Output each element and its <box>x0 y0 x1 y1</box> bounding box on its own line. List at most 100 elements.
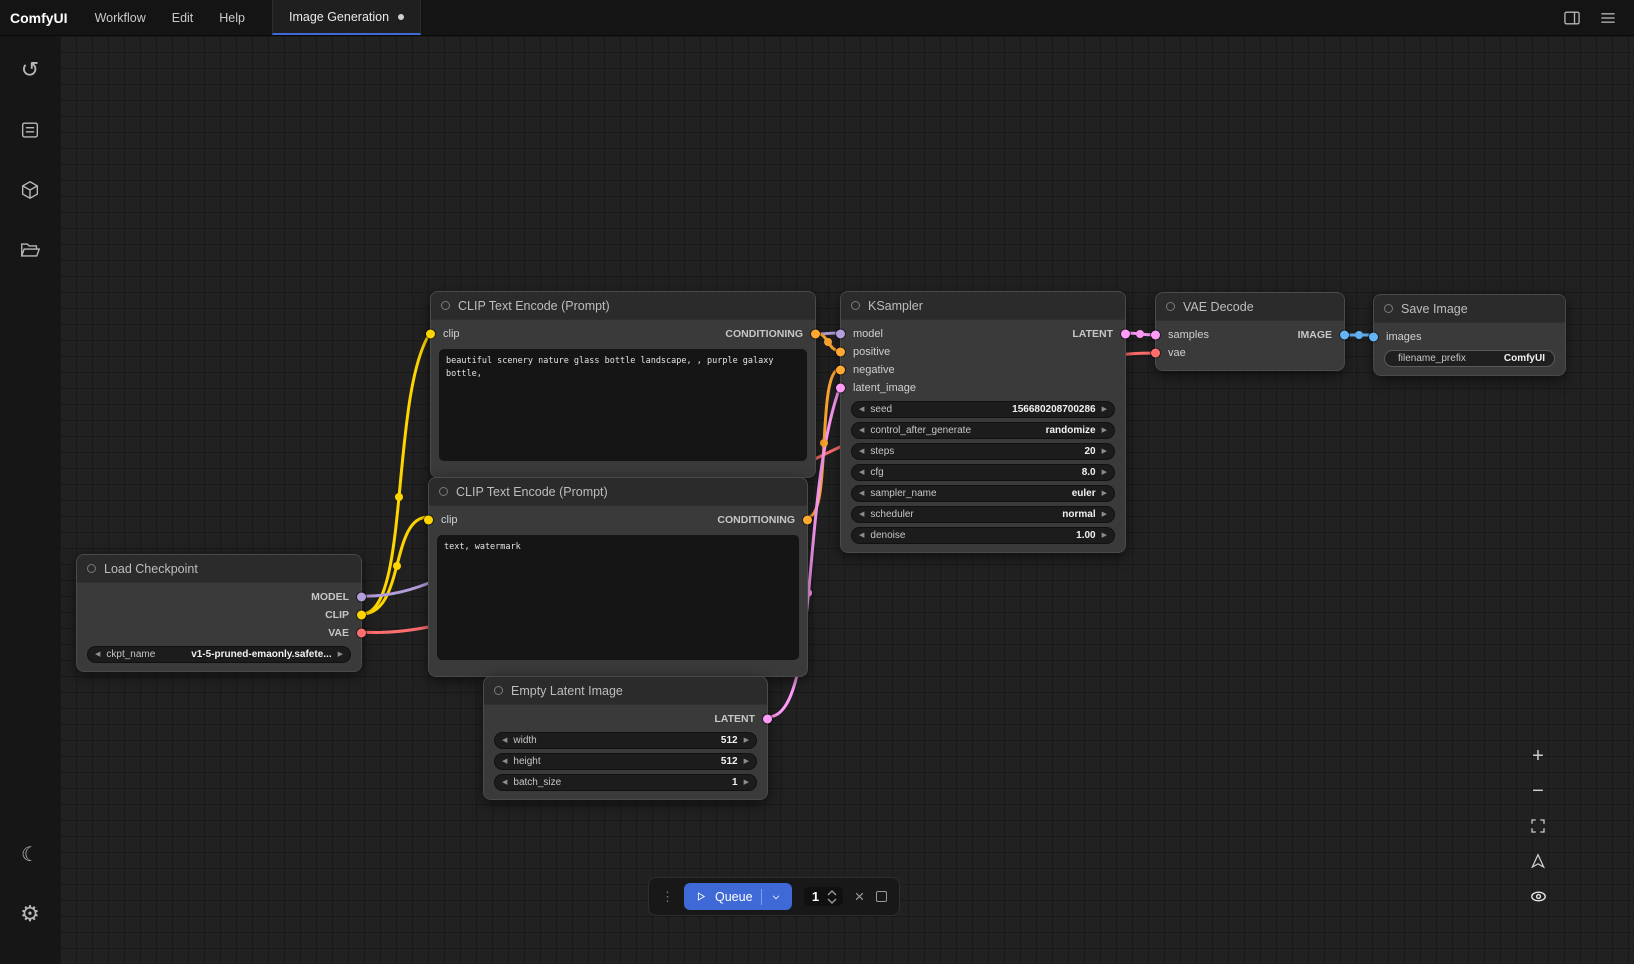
menu-edit[interactable]: Edit <box>159 0 207 35</box>
settings-gear-icon[interactable]: ⚙ <box>8 892 52 936</box>
output-port-latent[interactable] <box>763 715 772 724</box>
collapse-dot-icon[interactable] <box>1384 304 1393 313</box>
widget-seed[interactable]: ◀ seed 156680208700286 ▶ <box>851 401 1115 418</box>
zoom-out-icon[interactable]: − <box>1526 779 1550 803</box>
output-port-vae[interactable] <box>357 629 366 638</box>
node-title-bar[interactable]: CLIP Text Encode (Prompt) <box>431 292 815 320</box>
decrement-icon[interactable]: ◀ <box>95 651 100 658</box>
history-icon[interactable]: ↺ <box>8 48 52 92</box>
increment-icon[interactable]: ▶ <box>1102 448 1107 455</box>
widget-denoise[interactable]: ◀ denoise 1.00 ▶ <box>851 527 1115 544</box>
increment-icon[interactable]: ▶ <box>1102 532 1107 539</box>
collapse-dot-icon[interactable] <box>441 301 450 310</box>
decrement-icon[interactable]: ◀ <box>859 448 864 455</box>
increment-icon[interactable]: ▶ <box>1102 511 1107 518</box>
node-empty-latent-image[interactable]: Empty Latent Image LATENT ◀ width 512 ▶ … <box>483 676 768 800</box>
decrement-icon[interactable]: ◀ <box>859 490 864 497</box>
widget-sampler-name[interactable]: ◀ sampler_name euler ▶ <box>851 485 1115 502</box>
pan-mode-icon[interactable] <box>1526 849 1550 873</box>
node-title-bar[interactable]: Empty Latent Image <box>484 677 767 705</box>
increment-icon[interactable]: ▶ <box>744 779 749 786</box>
output-port-image[interactable] <box>1340 331 1349 340</box>
workflows-list-icon[interactable] <box>8 108 52 152</box>
node-clip-text-encode-positive[interactable]: CLIP Text Encode (Prompt) clip CONDITION… <box>430 291 816 478</box>
increment-icon[interactable]: ▶ <box>744 758 749 765</box>
decrement-icon[interactable]: ◀ <box>859 511 864 518</box>
node-canvas[interactable]: Load Checkpoint MODEL CLIP VAE ◀ ckpt_na… <box>60 36 1634 964</box>
increment-icon[interactable]: ▶ <box>1102 469 1107 476</box>
increment-icon[interactable]: ▶ <box>338 651 343 658</box>
input-port-samples[interactable] <box>1151 331 1160 340</box>
panel-toggle-icon[interactable] <box>1558 5 1586 31</box>
widget-ckpt-name[interactable]: ◀ ckpt_name v1-5-pruned-emaonly.safete..… <box>87 646 351 663</box>
increment-icon[interactable]: ▶ <box>744 737 749 744</box>
widget-control-after-generate[interactable]: ◀ control_after_generate randomize ▶ <box>851 422 1115 439</box>
decrement-icon[interactable]: ◀ <box>859 469 864 476</box>
collapse-dot-icon[interactable] <box>851 301 860 310</box>
collapse-dot-icon[interactable] <box>439 487 448 496</box>
widget-width[interactable]: ◀ width 512 ▶ <box>494 732 757 749</box>
collapse-dot-icon[interactable] <box>494 686 503 695</box>
decrement-icon[interactable]: ◀ <box>502 779 507 786</box>
decrement-icon[interactable]: ◀ <box>859 406 864 413</box>
node-clip-text-encode-negative[interactable]: CLIP Text Encode (Prompt) clip CONDITION… <box>428 477 808 677</box>
node-ksampler[interactable]: KSampler model LATENT positive negative … <box>840 291 1126 553</box>
clear-queue-icon[interactable]: × <box>855 888 865 905</box>
increment-icon[interactable]: ▶ <box>1102 490 1107 497</box>
decrement-icon[interactable]: ◀ <box>859 427 864 434</box>
hamburger-menu-icon[interactable] <box>1594 5 1622 31</box>
decrement-icon[interactable]: ◀ <box>502 758 507 765</box>
batch-count-field[interactable]: 1 <box>804 887 843 906</box>
collapse-dot-icon[interactable] <box>1166 302 1175 311</box>
fit-view-icon[interactable] <box>1526 814 1550 838</box>
output-port-conditioning[interactable] <box>803 516 812 525</box>
tab-image-generation[interactable]: Image Generation <box>272 0 421 35</box>
prompt-textarea[interactable]: text, watermark <box>437 535 799 660</box>
menu-help[interactable]: Help <box>206 0 258 35</box>
node-vae-decode[interactable]: VAE Decode samples IMAGE vae <box>1155 292 1345 371</box>
input-port-model[interactable] <box>836 330 845 339</box>
node-load-checkpoint[interactable]: Load Checkpoint MODEL CLIP VAE ◀ ckpt_na… <box>76 554 362 672</box>
prompt-textarea[interactable]: beautiful scenery nature glass bottle la… <box>439 349 807 461</box>
input-port-clip[interactable] <box>426 330 435 339</box>
node-title-bar[interactable]: KSampler <box>841 292 1125 320</box>
node-title-bar[interactable]: Load Checkpoint <box>77 555 361 583</box>
decrement-icon[interactable]: ◀ <box>502 737 507 744</box>
widget-filename-prefix[interactable]: filename_prefix ComfyUI <box>1384 350 1555 367</box>
output-port-conditioning[interactable] <box>811 330 820 339</box>
output-port-model[interactable] <box>357 593 366 602</box>
stepper-down-icon[interactable] <box>827 898 837 904</box>
increment-icon[interactable]: ▶ <box>1102 406 1107 413</box>
open-folder-icon[interactable] <box>8 228 52 272</box>
stepper-up-icon[interactable] <box>827 890 837 896</box>
output-port-latent[interactable] <box>1121 330 1130 339</box>
drag-handle-icon[interactable]: ⋮ <box>661 889 672 905</box>
batch-count-value[interactable]: 1 <box>810 889 822 904</box>
node-save-image[interactable]: Save Image images filename_prefix ComfyU… <box>1373 294 1566 376</box>
widget-scheduler[interactable]: ◀ scheduler normal ▶ <box>851 506 1115 523</box>
input-port-clip[interactable] <box>424 516 433 525</box>
theme-toggle-icon[interactable]: ☾ <box>8 832 52 876</box>
input-port-latent-image[interactable] <box>836 384 845 393</box>
widget-batch-size[interactable]: ◀ batch_size 1 ▶ <box>494 774 757 791</box>
menu-workflow[interactable]: Workflow <box>82 0 159 35</box>
decrement-icon[interactable]: ◀ <box>859 532 864 539</box>
widget-steps[interactable]: ◀ steps 20 ▶ <box>851 443 1115 460</box>
widget-height[interactable]: ◀ height 512 ▶ <box>494 753 757 770</box>
node-title-bar[interactable]: CLIP Text Encode (Prompt) <box>429 478 807 506</box>
input-port-vae[interactable] <box>1151 349 1160 358</box>
stop-icon[interactable] <box>876 891 887 902</box>
toggle-link-visibility-icon[interactable] <box>1526 884 1550 908</box>
collapse-dot-icon[interactable] <box>87 564 96 573</box>
input-port-negative[interactable] <box>836 366 845 375</box>
input-port-images[interactable] <box>1369 333 1378 342</box>
zoom-in-icon[interactable]: + <box>1526 744 1550 768</box>
output-port-clip[interactable] <box>357 611 366 620</box>
model-library-icon[interactable] <box>8 168 52 212</box>
widget-cfg[interactable]: ◀ cfg 8.0 ▶ <box>851 464 1115 481</box>
input-port-positive[interactable] <box>836 348 845 357</box>
increment-icon[interactable]: ▶ <box>1102 427 1107 434</box>
node-title-bar[interactable]: Save Image <box>1374 295 1565 323</box>
queue-button[interactable]: Queue <box>684 883 792 910</box>
node-title-bar[interactable]: VAE Decode <box>1156 293 1344 321</box>
